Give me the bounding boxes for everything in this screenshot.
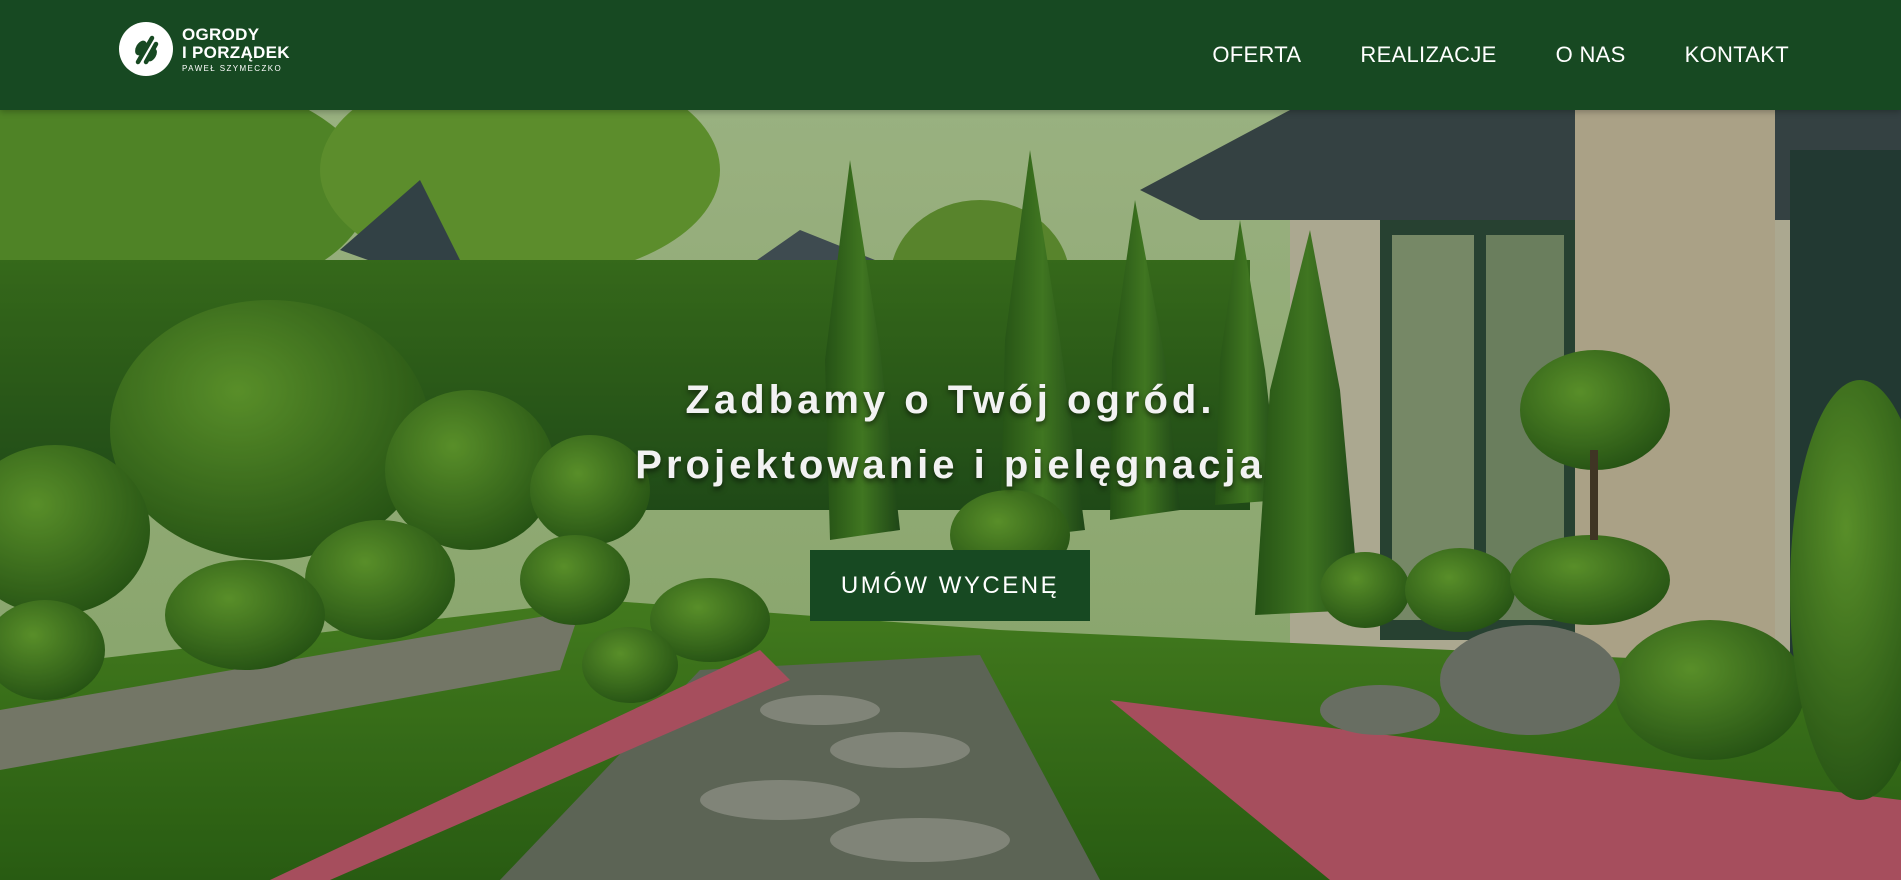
get-quote-button[interactable]: UMÓW WYCENĘ [810,550,1090,621]
nav-item-o-nas[interactable]: O NAS [1556,42,1626,68]
nav-item-realizacje[interactable]: REALIZACJE [1360,42,1496,68]
brand-name-line2: I PORZĄDEK [182,42,290,62]
hero-section: Zadbamy o Twój ogród. Projektowanie i pi… [0,110,1901,880]
hero-overlay [0,110,1901,880]
nav-item-kontakt[interactable]: KONTAKT [1685,42,1789,68]
brand-text: OGRODY I PORZĄDEK PAWEŁ SZYMECZKO [182,26,290,73]
hero-headline-line2: Projektowanie i pielęgnacja [635,443,1266,487]
hero-headline-line1: Zadbamy o Twój ogród. [685,378,1216,422]
site-header: OGRODY I PORZĄDEK PAWEŁ SZYMECZKO OFERTA… [0,0,1901,110]
brand-name-line1: OGRODY [182,24,260,44]
brand-subtitle: PAWEŁ SZYMECZKO [182,63,283,73]
garden-shears-logo-icon [119,22,173,76]
brand-logo[interactable]: OGRODY I PORZĄDEK PAWEŁ SZYMECZKO [119,22,290,76]
nav-item-oferta[interactable]: OFERTA [1212,42,1301,68]
main-nav: OFERTA REALIZACJE O NAS KONTAKT [1212,42,1789,68]
